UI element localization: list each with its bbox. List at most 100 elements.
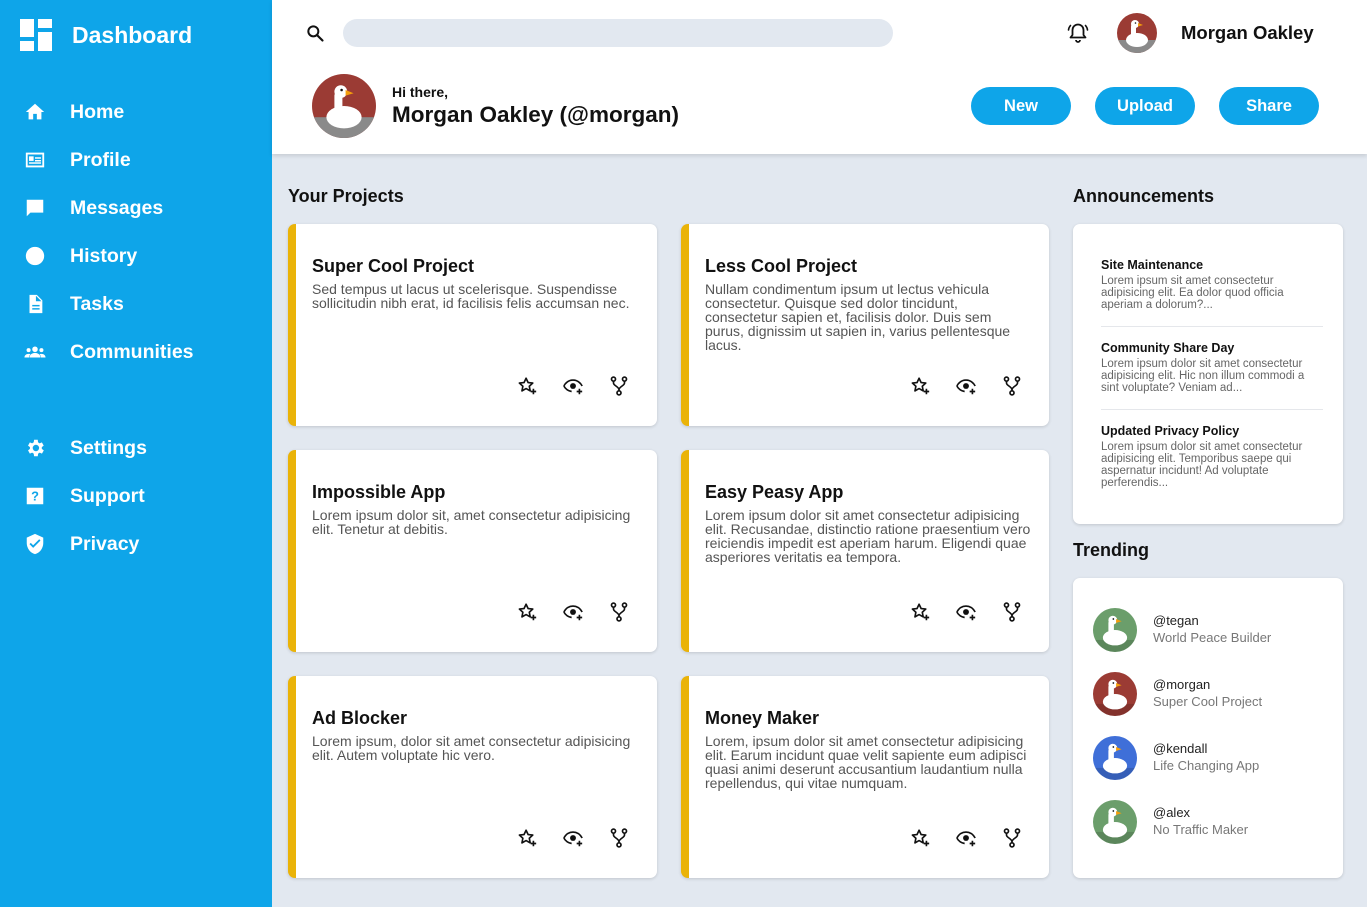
notification-bell-icon[interactable]	[1066, 21, 1090, 45]
sidebar-item-settings[interactable]: Settings	[24, 433, 147, 463]
goose-avatar-image	[312, 74, 376, 138]
sidebar-item-home[interactable]: Home	[24, 97, 124, 127]
project-description: Lorem ipsum, dolor sit amet consectetur …	[312, 733, 631, 763]
divider	[1101, 409, 1323, 410]
new-button[interactable]: New	[971, 87, 1071, 125]
clock-icon	[24, 245, 46, 267]
goose-avatar-image	[1093, 800, 1137, 844]
sidebar-item-label: Profile	[70, 148, 131, 171]
greeting-text: Hi there,	[392, 84, 449, 100]
star-add-icon[interactable]	[516, 601, 538, 623]
sidebar-item-label: Tasks	[70, 292, 124, 315]
announcements-title: Announcements	[1073, 186, 1215, 206]
trending-avatar	[1093, 608, 1137, 652]
announcement-desc: Lorem ipsum dolor sit amet consectetur a…	[1101, 358, 1305, 394]
star-add-icon[interactable]	[909, 601, 931, 623]
share-button[interactable]: Share	[1219, 87, 1319, 125]
trending-item[interactable]: @tegan World Peace Builder	[1093, 608, 1333, 654]
goose-avatar-image	[1093, 672, 1137, 716]
sidebar-item-tasks[interactable]: Tasks	[24, 289, 124, 319]
trending-project: World Peace Builder	[1153, 630, 1272, 645]
document-icon	[24, 293, 46, 315]
watch-add-icon[interactable]	[955, 375, 977, 397]
search-icon[interactable]	[305, 23, 325, 43]
star-add-icon[interactable]	[909, 375, 931, 397]
trending-handle: @alex	[1153, 805, 1191, 820]
sidebar-item-support[interactable]: ? Support	[24, 481, 145, 511]
project-card[interactable]: Easy Peasy App Lorem ipsum dolor sit amet…	[681, 450, 1049, 652]
trending-item[interactable]: @alex No Traffic Maker	[1093, 800, 1333, 846]
trending-handle: @morgan	[1153, 677, 1211, 692]
watch-add-icon[interactable]	[562, 601, 584, 623]
header-user-name[interactable]: Morgan Oakley	[1181, 22, 1314, 44]
announcement-title: Community Share Day	[1101, 341, 1235, 355]
trending-handle: @kendall	[1153, 741, 1208, 756]
goose-avatar-image	[1093, 736, 1137, 780]
project-card[interactable]: Money Maker Lorem, ipsum dolor sit amet c…	[681, 676, 1049, 878]
sidebar-item-label: Home	[70, 100, 125, 123]
trending-avatar	[1093, 736, 1137, 780]
fork-icon[interactable]	[608, 375, 630, 397]
project-title: Easy Peasy App	[705, 482, 844, 502]
project-title: Less Cool Project	[705, 256, 858, 276]
sidebar-item-label: Support	[70, 484, 145, 507]
sidebar-item-label: History	[70, 244, 138, 267]
project-card[interactable]: Impossible App Lorem ipsum dolor sit, ame…	[288, 450, 657, 652]
sidebar-item-messages[interactable]: Messages	[24, 193, 163, 223]
trending-item[interactable]: @morgan Super Cool Project	[1093, 672, 1333, 718]
star-add-icon[interactable]	[909, 827, 931, 849]
watch-add-icon[interactable]	[562, 827, 584, 849]
group-icon	[24, 341, 46, 363]
announcement-item[interactable]: Community Share Day Lorem ipsum dolor si…	[1101, 341, 1323, 394]
message-icon	[24, 197, 46, 219]
sidebar-item-privacy[interactable]: Privacy	[24, 529, 139, 559]
fork-icon[interactable]	[608, 601, 630, 623]
project-card[interactable]: Ad Blocker Lorem ipsum, dolor sit amet co…	[288, 676, 657, 878]
project-description: Sed tempus ut lacus ut scelerisque. Susp…	[312, 281, 630, 311]
sidebar-item-label: Settings	[70, 436, 147, 459]
goose-avatar-image	[1117, 13, 1157, 53]
project-card[interactable]: Less Cool Project Nullam condimentum ipsu…	[681, 224, 1049, 426]
trending-title: Trending	[1073, 540, 1149, 560]
search-input[interactable]	[343, 19, 893, 47]
project-description: Nullam condimentum ipsum ut lectus vehic…	[705, 281, 1011, 353]
svg-text:?: ?	[31, 489, 39, 504]
help-icon: ?	[24, 485, 46, 507]
fork-icon[interactable]	[1001, 601, 1023, 623]
sidebar-item-communities[interactable]: Communities	[24, 337, 194, 367]
trending-project: No Traffic Maker	[1153, 822, 1249, 837]
sidebar-item-label: Communities	[70, 340, 194, 363]
project-title: Money Maker	[705, 708, 820, 728]
project-title: Impossible App	[312, 482, 446, 502]
star-add-icon[interactable]	[516, 827, 538, 849]
trending-avatar	[1093, 800, 1137, 844]
announcement-title: Site Maintenance	[1101, 258, 1204, 272]
projects-title: Your Projects	[288, 186, 404, 206]
user-avatar[interactable]	[1117, 13, 1157, 53]
trending-panel: @tegan World Peace Builder @morgan Super Co…	[1073, 578, 1343, 878]
upload-button[interactable]: Upload	[1095, 87, 1195, 125]
announcement-item[interactable]: Site Maintenance Lorem ipsum sit amet co…	[1101, 258, 1323, 311]
brand[interactable]: Dashboard	[20, 19, 192, 51]
watch-add-icon[interactable]	[955, 827, 977, 849]
watch-add-icon[interactable]	[562, 375, 584, 397]
sidebar-item-label: Messages	[70, 196, 164, 219]
gear-icon	[24, 437, 46, 459]
project-description: Lorem ipsum dolor sit, amet consectetur …	[312, 507, 631, 537]
sidebar-item-history[interactable]: History	[24, 241, 137, 271]
watch-add-icon[interactable]	[955, 601, 977, 623]
project-card[interactable]: Super Cool Project Sed tempus ut lacus ut…	[288, 224, 657, 426]
sidebar-item-profile[interactable]: Profile	[24, 145, 131, 175]
project-description: Lorem, ipsum dolor sit amet consectetur …	[705, 733, 1027, 791]
fork-icon[interactable]	[1001, 375, 1023, 397]
fork-icon[interactable]	[1001, 827, 1023, 849]
project-title: Ad Blocker	[312, 708, 408, 728]
trending-item[interactable]: @kendall Life Changing App	[1093, 736, 1333, 782]
announcement-title: Updated Privacy Policy	[1101, 424, 1240, 438]
announcement-item[interactable]: Updated Privacy Policy Lorem ipsum dolor…	[1101, 424, 1323, 489]
profile-name: Morgan Oakley (@morgan)	[392, 102, 679, 127]
announcements-panel: Site Maintenance Lorem ipsum sit amet co…	[1073, 224, 1343, 524]
star-add-icon[interactable]	[516, 375, 538, 397]
trending-handle: @tegan	[1153, 613, 1199, 628]
fork-icon[interactable]	[608, 827, 630, 849]
